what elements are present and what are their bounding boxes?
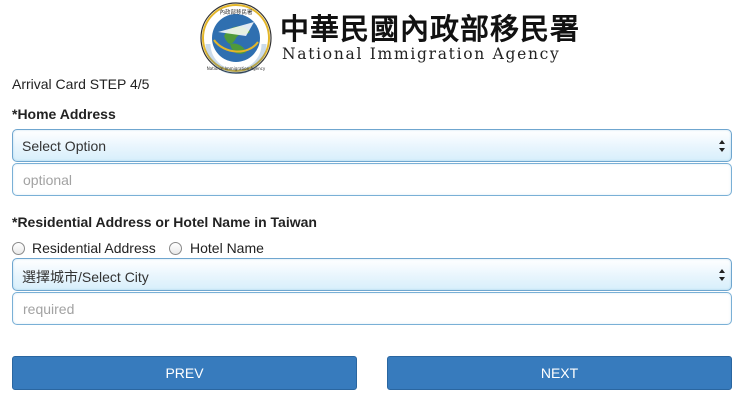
radio-hotel-name-label[interactable]: Hotel Name — [190, 240, 264, 256]
home-address-select[interactable]: Select Option — [12, 129, 732, 162]
logo-seal-text: 內政部移民署 — [219, 8, 253, 16]
residential-address-input[interactable]: required — [12, 292, 732, 325]
select-arrows-icon — [719, 269, 725, 281]
residential-address-label: *Residential Address or Hotel Name in Ta… — [12, 214, 317, 230]
next-button[interactable]: NEXT — [387, 356, 732, 390]
home-address-input[interactable]: optional — [12, 163, 732, 196]
agency-name-en: National Immigration Agency — [282, 45, 561, 63]
residential-address-placeholder: required — [23, 301, 75, 317]
prev-button[interactable]: PREV — [12, 356, 357, 390]
logo-ring-text: National Immigration Agency — [207, 66, 266, 71]
home-address-placeholder: optional — [23, 172, 73, 188]
radio-residential-address[interactable] — [12, 242, 25, 255]
radio-residential-address-label[interactable]: Residential Address — [32, 240, 156, 256]
step-indicator: Arrival Card STEP 4/5 — [12, 76, 150, 92]
city-select[interactable]: 選擇城市/Select City — [12, 258, 732, 291]
home-address-label: *Home Address — [12, 106, 116, 122]
agency-name-zh: 中華民國內政部移民署 — [280, 12, 581, 46]
agency-logo: 內政部移民署 National Immigration Agency — [200, 2, 272, 74]
home-address-select-value: Select Option — [22, 138, 107, 154]
site-header: 內政部移民署 National Immigration Agency 中華民國內… — [200, 0, 579, 75]
select-arrows-icon — [719, 140, 725, 152]
city-select-value: 選擇城市/Select City — [22, 269, 149, 285]
radio-hotel-name[interactable] — [169, 242, 182, 255]
